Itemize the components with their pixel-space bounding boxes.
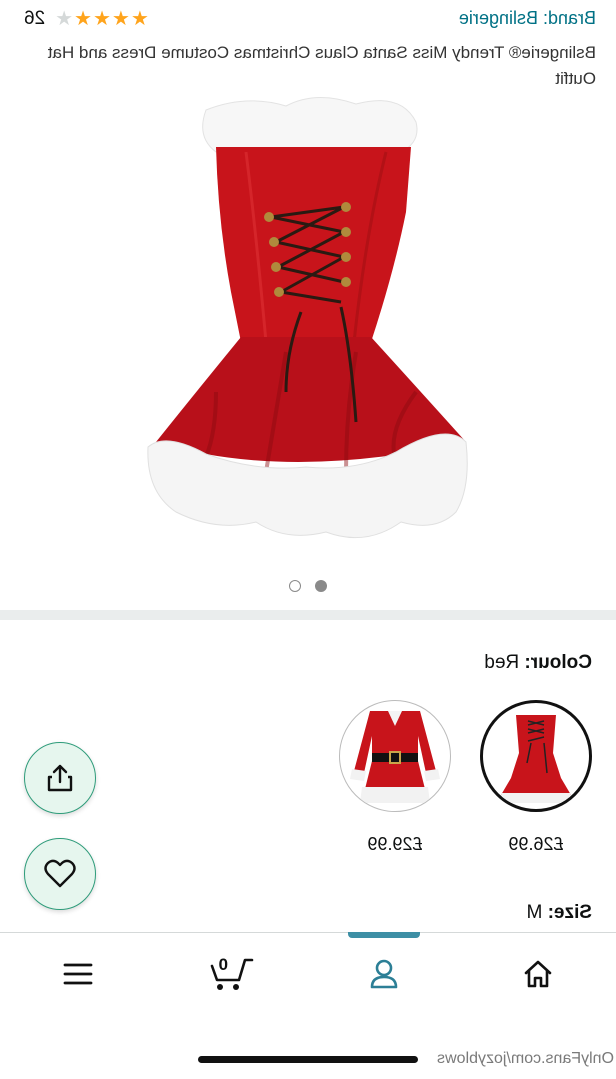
star-empty-icon: ★ <box>55 8 74 30</box>
hamburger-menu-icon <box>63 963 93 985</box>
colour-selection-label: Colour: Red <box>484 652 592 674</box>
watermark-text: OnlyFans.com/jozyblows <box>437 1050 614 1067</box>
account-icon <box>370 959 398 989</box>
star-icon: ★ <box>130 8 149 30</box>
size-value: M <box>526 902 543 923</box>
colour-swatch-long-sleeve-dress[interactable] <box>339 700 451 812</box>
size-label: Size: <box>547 902 592 923</box>
section-divider <box>0 610 616 620</box>
share-button[interactable] <box>24 742 96 814</box>
colour-label: Colour: <box>524 652 592 673</box>
heart-icon <box>44 859 76 888</box>
star-icon: ★ <box>74 8 93 30</box>
gallery-pagination <box>0 580 616 592</box>
star-icon: ★ <box>111 8 130 30</box>
gallery-dot[interactable] <box>289 580 301 592</box>
product-title: Bslingerie® Trendy Miss Santa Claus Chri… <box>47 43 596 88</box>
variation-price: £29.99 <box>367 834 423 854</box>
cart-count-badge: 0 <box>218 955 228 974</box>
brand-link[interactable]: Brand: Bslingerie <box>459 8 596 29</box>
colour-swatch-corset-dress[interactable] <box>480 700 592 812</box>
nav-menu-button[interactable] <box>48 949 108 999</box>
home-icon <box>524 960 552 988</box>
add-to-wishlist-button[interactable] <box>24 838 96 910</box>
rating-widget[interactable]: ★ ★ ★ ★ ★ 26 <box>24 6 149 31</box>
size-selection-label[interactable]: Size: M <box>527 902 592 924</box>
colour-value: Red <box>484 652 520 673</box>
swatch-image-corset <box>501 715 571 803</box>
nav-account-button[interactable] <box>354 949 414 999</box>
product-image-gallery[interactable] <box>0 92 616 612</box>
swatch-image-long-sleeve <box>350 711 440 803</box>
review-count[interactable]: 26 <box>24 8 45 30</box>
star-icon: ★ <box>93 8 111 30</box>
nav-home-button[interactable] <box>508 949 568 999</box>
star-rating: ★ ★ ★ ★ ★ <box>55 6 149 31</box>
mirrored-screen: Brand: Bslingerie ★ ★ ★ ★ ★ 26 Bslingeri… <box>0 0 616 1079</box>
product-image-dress <box>147 96 468 539</box>
cart-icon <box>210 958 254 990</box>
bottom-navigation-bar: 0 <box>0 932 616 1023</box>
gallery-dot-active[interactable] <box>315 580 327 592</box>
variation-price: £26.99 <box>508 834 564 854</box>
active-tab-indicator <box>348 932 420 938</box>
share-icon <box>47 764 73 792</box>
nav-cart-button[interactable]: 0 <box>200 949 260 999</box>
